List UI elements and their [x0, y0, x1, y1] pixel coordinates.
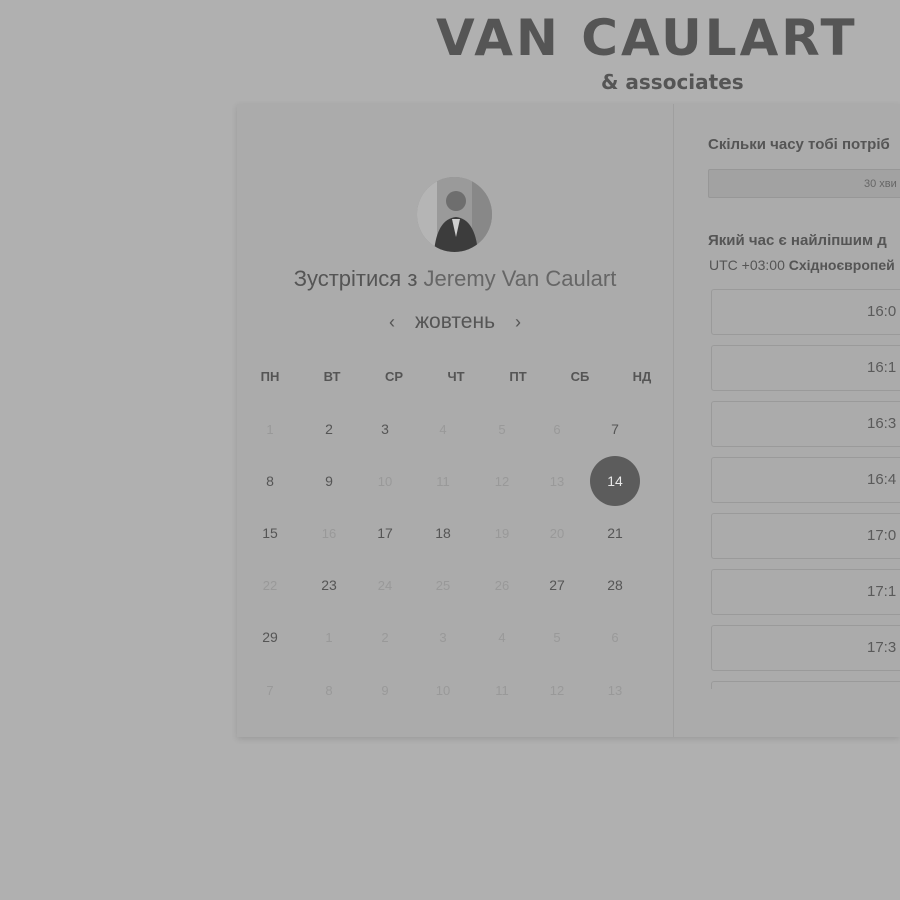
calendar-day: 4 [498, 629, 506, 645]
weekday-label: СБ [570, 369, 590, 384]
calendar-day[interactable]: 2 [304, 404, 354, 454]
calendar-day: 11 [495, 682, 509, 698]
meeting-title-prefix: Зустрітися з [293, 266, 418, 291]
chevron-right-icon[interactable]: › [513, 312, 523, 333]
calendar-day[interactable]: 23 [304, 560, 354, 610]
time-slot-button[interactable] [711, 681, 900, 689]
calendar-day: 10 [435, 682, 451, 698]
calendar-day: 13 [607, 682, 623, 698]
person-photo-icon [417, 177, 492, 252]
calendar-day: 19 [494, 525, 510, 541]
weekday-label: НД [632, 369, 652, 384]
time-slot-button[interactable]: 16:4 [711, 457, 900, 503]
calendar-day: 2 [381, 629, 389, 645]
brand-name: VAN CAULART [436, 9, 858, 67]
weekday-label: ЧТ [447, 369, 465, 384]
calendar-day: 11 [436, 473, 450, 489]
host-name: Jeremy Van Caulart [423, 266, 617, 291]
brand-subtitle: & associates [601, 70, 744, 94]
timezone-name: Східноєвропей [788, 257, 895, 273]
time-panel: Скільки часу тобі потріб 30 хви Який час… [673, 104, 900, 737]
calendar-day: 20 [549, 525, 565, 541]
calendar-day: 13 [549, 473, 565, 489]
time-slot-button[interactable]: 16:3 [711, 401, 900, 447]
calendar-day: 5 [553, 629, 561, 645]
time-slot-button[interactable]: 17:3 [711, 625, 900, 671]
calendar-day[interactable]: 7 [590, 404, 640, 454]
time-question: Який час є найліпшим д [708, 232, 887, 249]
calendar-day[interactable]: 27 [532, 560, 582, 610]
duration-select[interactable]: 30 хви [708, 169, 900, 198]
calendar-day: 25 [435, 577, 451, 593]
calendar-day[interactable]: 29 [245, 612, 295, 662]
calendar-day: 6 [611, 629, 619, 645]
calendar-day: 26 [494, 577, 510, 593]
calendar-day: 12 [494, 473, 510, 489]
calendar-day[interactable]: 21 [590, 508, 640, 558]
calendar-day: 12 [549, 682, 565, 698]
calendar-day: 10 [377, 473, 393, 489]
calendar-day[interactable]: 28 [590, 560, 640, 610]
month-navigator: ‹ жовтень › [237, 310, 673, 334]
brand-logo: VAN CAULART & associates [436, 8, 900, 94]
time-slot-button[interactable]: 17:1 [711, 569, 900, 615]
booking-card: Зустрітися з Jeremy Van Caulart ‹ жовтен… [237, 104, 900, 737]
time-slot-button[interactable]: 16:0 [711, 289, 900, 335]
calendar-day: 1 [325, 629, 333, 645]
calendar-day[interactable]: 18 [418, 508, 468, 558]
calendar-day: 22 [262, 577, 278, 593]
month-label: жовтень [414, 310, 496, 333]
calendar-day[interactable]: 15 [245, 508, 295, 558]
calendar-day: 6 [553, 421, 561, 437]
weekday-label: ПТ [509, 369, 527, 384]
calendar-day: 4 [439, 421, 447, 437]
calendar-day: 16 [321, 525, 337, 541]
calendar-day[interactable]: 17 [360, 508, 410, 558]
meeting-title: Зустрітися з Jeremy Van Caulart [237, 266, 673, 292]
calendar-panel: Зустрітися з Jeremy Van Caulart ‹ жовтен… [237, 104, 673, 737]
calendar-day: 5 [498, 421, 506, 437]
time-slot-button[interactable]: 16:1 [711, 345, 900, 391]
duration-question: Скільки часу тобі потріб [708, 136, 890, 153]
time-slot-list: 16:0 16:1 16:3 16:4 17:0 17:1 17:3 [711, 289, 900, 689]
calendar-day: 7 [266, 682, 274, 698]
calendar-day[interactable]: 8 [245, 456, 295, 506]
calendar-day[interactable]: 9 [304, 456, 354, 506]
timezone-offset: UTC +03:00 [709, 257, 785, 273]
avatar [417, 177, 492, 252]
timezone-selector[interactable]: UTC +03:00 Східноєвропей [709, 257, 895, 273]
time-slot-button[interactable]: 17:0 [711, 513, 900, 559]
calendar-day: 3 [439, 629, 447, 645]
calendar-day: 9 [381, 682, 389, 698]
calendar-day[interactable]: 3 [360, 404, 410, 454]
weekday-label: ВТ [323, 369, 341, 384]
weekday-label: ПН [260, 369, 280, 384]
calendar-day: 24 [377, 577, 393, 593]
calendar-day: 8 [325, 682, 333, 698]
chevron-left-icon[interactable]: ‹ [387, 312, 397, 333]
calendar-day: 1 [266, 421, 274, 437]
weekday-label: СР [384, 369, 404, 384]
calendar-day-selected[interactable]: 14 [590, 456, 640, 506]
